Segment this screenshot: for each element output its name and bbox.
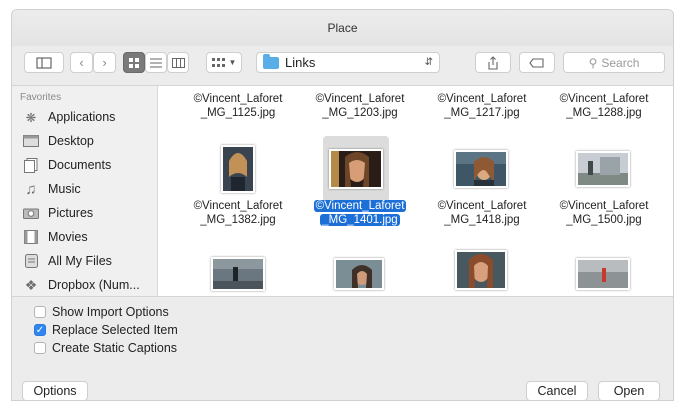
toolbar: ‹ › ▼ Links ⇵ ⚲ Search <box>12 52 673 78</box>
sidebar-icon <box>36 56 52 69</box>
arrange-button[interactable]: ▼ <box>206 52 242 73</box>
cancel-button[interactable]: Cancel <box>526 381 588 400</box>
file-item-name[interactable]: ©Vincent_Laforet _MG_1217.jpg <box>422 92 542 120</box>
sidebar-heading: Favorites <box>20 92 62 103</box>
tag-icon <box>529 57 544 68</box>
all-files-icon <box>22 254 40 268</box>
sidebar-item-documents[interactable]: Documents <box>12 153 157 177</box>
search-field[interactable]: ⚲ Search <box>563 52 665 73</box>
portrait-image <box>334 258 384 290</box>
file-item-name[interactable]: ©Vincent_Laforet _MG_1500.jpg <box>544 199 664 227</box>
sidebar-item-label: Documents <box>48 158 112 172</box>
import-options: Show Import Options ✓ Replace Selected I… <box>12 305 673 365</box>
checkbox-label: Create Static Captions <box>52 341 178 355</box>
portrait-image <box>329 149 383 189</box>
columns-icon <box>171 57 185 68</box>
checkbox-label: Show Import Options <box>52 305 169 319</box>
sidebar-item-music[interactable]: ♫ Music <box>12 177 157 201</box>
file-item-name[interactable]: ©Vincent_Laforet _MG_1288.jpg <box>544 92 664 120</box>
file-thumbnail[interactable] <box>205 136 271 202</box>
sidebar-item-all-my-files[interactable]: All My Files <box>12 249 157 273</box>
path-folder-label: Links <box>285 55 316 70</box>
portrait-image <box>455 250 507 290</box>
portrait-image <box>221 145 255 193</box>
file-grid: ©Vincent_Laforet _MG_1125.jpg ©Vincent_La… <box>158 86 673 296</box>
applications-icon: ❋ <box>25 110 37 125</box>
street-image <box>576 258 630 290</box>
street-image <box>576 151 630 187</box>
sidebar-item-label: Applications <box>48 110 116 124</box>
dropbox-icon: ❖ <box>24 276 38 293</box>
file-thumbnail[interactable] <box>570 136 636 202</box>
sidebar-item-desktop[interactable]: Desktop <box>12 129 157 153</box>
file-thumbnail[interactable] <box>326 241 392 296</box>
checkbox-unchecked[interactable] <box>34 306 46 318</box>
sidebar-item-label: Movies <box>48 230 88 244</box>
list-view-button[interactable] <box>145 52 167 73</box>
music-icon: ♫ <box>25 180 37 198</box>
sidebar-item-label: Pictures <box>48 206 94 220</box>
create-static-captions-checkbox[interactable]: Create Static Captions <box>34 341 177 355</box>
back-button[interactable]: ‹ <box>70 52 93 73</box>
sidebar-item-movies[interactable]: Movies <box>12 225 157 249</box>
file-item-name[interactable]: ©Vincent_Laforet _MG_1382.jpg <box>178 199 298 227</box>
sidebar: Favorites ❋ Applications Desktop Documen… <box>12 86 158 296</box>
replace-selected-item-checkbox[interactable]: ✓ Replace Selected Item <box>34 323 178 337</box>
interior-image <box>211 257 265 291</box>
sidebar-toggle-button[interactable] <box>24 52 64 73</box>
chevron-down-icon: ▼ <box>228 58 237 67</box>
file-thumbnail[interactable] <box>205 241 271 296</box>
options-button[interactable]: Options <box>22 381 88 400</box>
chevron-right-icon: › <box>102 55 107 70</box>
sidebar-item-label: Dropbox (Num... <box>48 278 140 292</box>
place-dialog: Place ‹ › ▼ Links ⇵ ⚲ Search Favorites ❋… <box>12 10 673 400</box>
sidebar-item-dropbox[interactable]: ❖ Dropbox (Num... <box>12 273 157 296</box>
window-title: Place <box>327 21 358 35</box>
checkmark-icon[interactable]: ✓ <box>34 324 46 336</box>
checkbox-label: Replace Selected Item <box>52 323 178 337</box>
portrait-image <box>454 150 508 188</box>
file-thumbnail-selected[interactable] <box>323 136 389 202</box>
file-item-name[interactable]: ©Vincent_Laforet _MG_1203.jpg <box>300 92 420 120</box>
movies-icon <box>22 230 40 244</box>
share-button[interactable] <box>475 52 511 73</box>
chevron-left-icon: ‹ <box>79 55 84 70</box>
show-import-options-checkbox[interactable]: Show Import Options <box>34 305 169 319</box>
sidebar-item-label: All My Files <box>48 254 112 268</box>
open-button[interactable]: Open <box>598 381 660 400</box>
sidebar-item-pictures[interactable]: Pictures <box>12 201 157 225</box>
arrange-icon <box>211 57 225 67</box>
icon-view-button[interactable] <box>123 52 145 73</box>
file-thumbnail[interactable] <box>448 136 514 202</box>
titlebar: Place <box>12 10 673 46</box>
file-thumbnail[interactable] <box>570 241 636 296</box>
grid-icon <box>129 57 139 68</box>
file-thumbnail[interactable] <box>448 237 514 296</box>
file-item-name-selected[interactable]: ©Vincent_Laforet _MG_1401.jpg <box>300 199 420 227</box>
list-icon <box>150 58 162 67</box>
path-popup[interactable]: Links ⇵ <box>256 52 440 73</box>
file-item-name[interactable]: ©Vincent_Laforet _MG_1125.jpg <box>178 92 298 120</box>
file-item-name[interactable]: ©Vincent_Laforet _MG_1418.jpg <box>422 199 542 227</box>
folder-icon <box>263 53 279 69</box>
updown-icon: ⇵ <box>424 57 433 68</box>
pictures-icon <box>22 206 40 220</box>
desktop-icon <box>22 134 40 148</box>
tags-button[interactable] <box>519 52 555 73</box>
search-placeholder: Search <box>601 55 640 70</box>
checkbox-unchecked[interactable] <box>34 342 46 354</box>
column-view-button[interactable] <box>167 52 189 73</box>
browser-area: Favorites ❋ Applications Desktop Documen… <box>12 85 673 297</box>
sidebar-item-label: Desktop <box>48 134 94 148</box>
documents-icon <box>22 157 40 173</box>
search-icon: ⚲ <box>588 55 598 70</box>
forward-button[interactable]: › <box>93 52 116 73</box>
sidebar-item-label: Music <box>48 182 81 196</box>
share-icon <box>488 55 498 70</box>
sidebar-item-applications[interactable]: ❋ Applications <box>12 105 157 129</box>
